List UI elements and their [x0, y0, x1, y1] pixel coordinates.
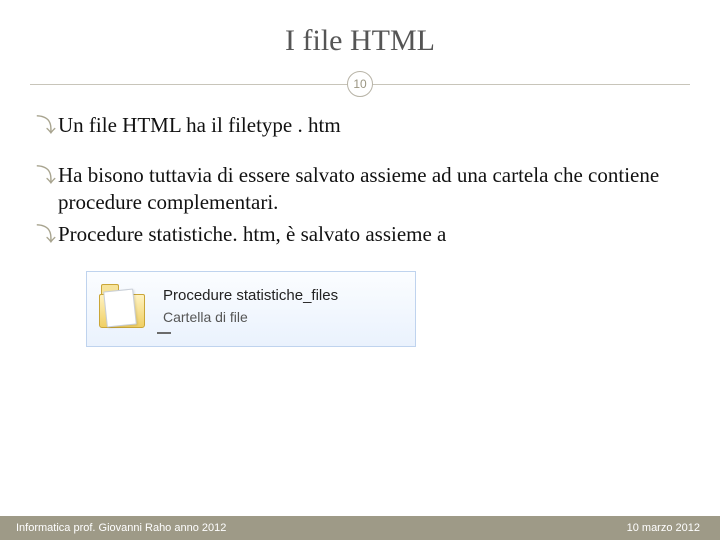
swirl-icon: ⤵	[36, 112, 58, 140]
folder-name: Procedure statistiche_files	[163, 286, 338, 306]
cursor-mark	[157, 332, 171, 334]
bullet-text: Un file HTML ha il filetype . htm	[58, 112, 684, 140]
folder-label-group: Procedure statistiche_files Cartella di …	[163, 286, 338, 326]
slide: I file HTML 10 ⤵ Un file HTML ha il file…	[0, 0, 720, 540]
bullet-item: ⤵ Ha bisono tuttavia di essere salvato a…	[36, 162, 684, 217]
page-title: I file HTML	[0, 0, 720, 72]
bullet-text: Ha bisono tuttavia di essere salvato ass…	[58, 162, 684, 217]
content-area: ⤵ Un file HTML ha il filetype . htm ⤵ Ha…	[0, 112, 720, 347]
swirl-icon: ⤵	[36, 221, 58, 249]
bullet-item: ⤵ Un file HTML ha il filetype . htm	[36, 112, 684, 140]
folder-icon	[97, 280, 149, 332]
page-number-badge: 10	[347, 71, 373, 97]
swirl-icon: ⤵	[36, 162, 58, 217]
bullet-text: Procedure statistiche. htm, è salvato as…	[58, 221, 684, 249]
title-divider: 10	[30, 72, 690, 96]
footer-right: 10 marzo 2012	[627, 522, 700, 534]
footer-left: Informatica prof. Giovanni Raho anno 201…	[16, 522, 226, 534]
footer-bar: Informatica prof. Giovanni Raho anno 201…	[0, 516, 720, 540]
folder-type: Cartella di file	[163, 308, 338, 326]
bullet-item: ⤵ Procedure statistiche. htm, è salvato …	[36, 221, 684, 249]
folder-preview: Procedure statistiche_files Cartella di …	[86, 271, 416, 347]
